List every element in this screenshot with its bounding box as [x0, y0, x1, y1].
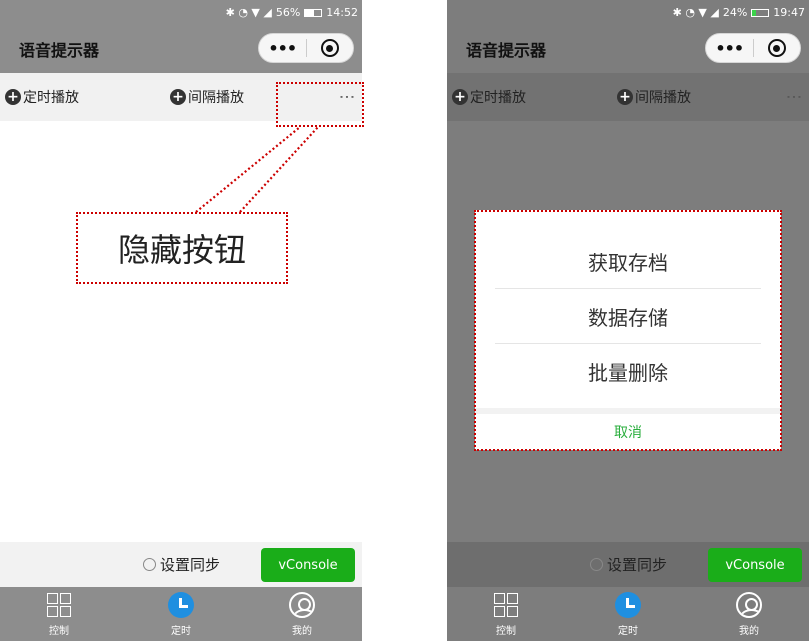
target-icon — [767, 39, 786, 57]
more-menu-button[interactable]: ••• — [259, 39, 306, 58]
vconsole-button[interactable]: vConsole — [708, 548, 802, 582]
plus-circle-icon: + — [170, 89, 186, 105]
interval-play-label: 间隔播放 — [635, 90, 691, 106]
battery-icon — [751, 8, 770, 17]
plus-circle-icon: + — [617, 89, 633, 105]
plus-circle-icon: + — [5, 89, 21, 105]
signal-icons: ✱ ◔ ▼ ◢ — [672, 6, 719, 19]
annotation-label: 隐藏按钮 — [117, 231, 246, 269]
tab-timed[interactable]: 定时 — [598, 591, 658, 637]
add-timed-play-button[interactable]: + 定时播放 — [5, 87, 79, 107]
more-menu-button[interactable]: ••• — [706, 39, 753, 58]
nav-bar: 语音提示器 ••• — [0, 25, 362, 73]
vconsole-button[interactable]: vConsole — [261, 548, 355, 582]
battery-percent: 24% — [722, 6, 748, 19]
grid-icon — [494, 593, 518, 617]
timed-play-label: 定时播放 — [470, 90, 526, 106]
annotation-callout: 隐藏按钮 — [76, 212, 288, 284]
tab-control[interactable]: 控制 — [476, 591, 536, 637]
interval-play-label: 间隔播放 — [188, 90, 244, 106]
tab-label: 定时 — [618, 626, 638, 637]
tab-control[interactable]: 控制 — [29, 591, 89, 637]
timed-play-label: 定时播放 — [23, 90, 79, 106]
nav-bar: 语音提示器 ••• — [447, 25, 809, 73]
clock-icon — [168, 592, 194, 618]
toolbar: + 定时播放 + 间隔播放 ⋮ — [447, 73, 809, 121]
status-bar: ✱ ◔ ▼ ◢ 24% 19:47 — [447, 0, 809, 25]
add-interval-play-button[interactable]: + 间隔播放 — [617, 87, 691, 107]
user-icon — [289, 592, 315, 618]
plus-circle-icon: + — [452, 89, 468, 105]
tab-bar: 控制 定时 我的 — [0, 587, 362, 641]
tab-label: 我的 — [739, 626, 759, 637]
sync-settings-label: 设置同步 — [160, 556, 221, 574]
battery-percent: 56% — [275, 6, 301, 19]
sync-bar: 设置同步 vConsole — [447, 542, 809, 587]
status-time: 19:47 — [773, 6, 805, 19]
add-timed-play-button[interactable]: + 定时播放 — [452, 87, 526, 107]
miniprogram-capsule: ••• — [705, 33, 801, 63]
close-miniprogram-button[interactable] — [306, 39, 353, 57]
sync-settings-button[interactable]: 设置同步 — [590, 554, 667, 575]
action-sheet-highlight-box — [474, 210, 782, 451]
refresh-icon — [143, 558, 156, 571]
signal-icons: ✱ ◔ ▼ ◢ — [225, 6, 272, 19]
hidden-more-button[interactable]: ⋮ — [785, 89, 804, 105]
page-title: 语音提示器 — [19, 41, 100, 60]
tab-mine[interactable]: 我的 — [272, 591, 332, 637]
clock-icon — [615, 592, 641, 618]
refresh-icon — [590, 558, 603, 571]
target-icon — [320, 39, 339, 57]
sync-settings-label: 设置同步 — [607, 556, 668, 574]
page-title: 语音提示器 — [466, 41, 547, 60]
hidden-button-highlight-box — [276, 82, 364, 127]
add-interval-play-button[interactable]: + 间隔播放 — [170, 87, 244, 107]
grid-icon — [47, 593, 71, 617]
tab-mine[interactable]: 我的 — [719, 591, 779, 637]
tab-bar: 控制 定时 我的 — [447, 587, 809, 641]
tab-label: 控制 — [496, 626, 516, 637]
battery-icon — [304, 8, 323, 17]
close-miniprogram-button[interactable] — [753, 39, 800, 57]
main-content — [0, 121, 362, 542]
miniprogram-capsule: ••• — [258, 33, 354, 63]
sync-bar: 设置同步 vConsole — [0, 542, 362, 587]
tab-label: 我的 — [292, 626, 312, 637]
tab-timed[interactable]: 定时 — [151, 591, 211, 637]
user-icon — [736, 592, 762, 618]
tab-label: 控制 — [49, 626, 69, 637]
sync-settings-button[interactable]: 设置同步 — [143, 554, 220, 575]
tab-label: 定时 — [171, 626, 191, 637]
status-time: 14:52 — [326, 6, 358, 19]
status-bar: ✱ ◔ ▼ ◢ 56% 14:52 — [0, 0, 362, 25]
